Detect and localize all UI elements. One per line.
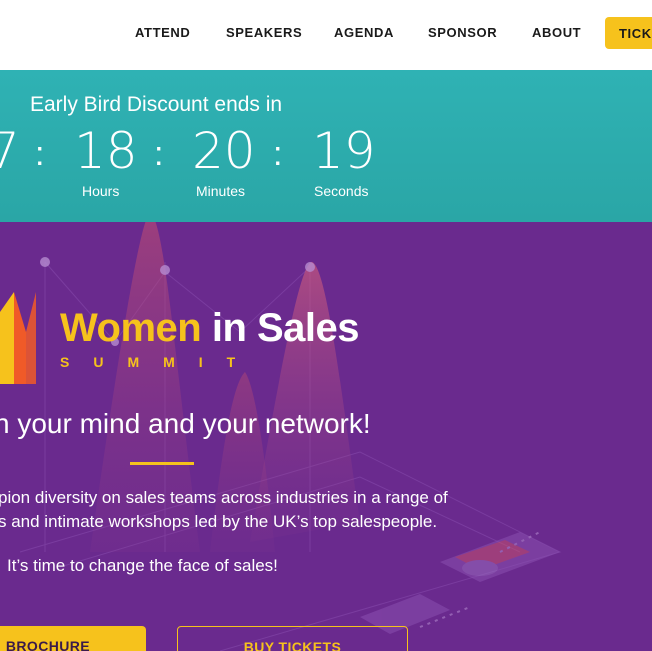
countdown-title: Early Bird Discount ends in — [30, 93, 283, 116]
buy-tickets-button[interactable]: BUY TICKETS — [177, 626, 408, 651]
hero-description-line: s and intimate workshops led by the UK’s… — [0, 512, 438, 531]
hero-call-to-action-text: It’s time to change the face of sales! — [7, 556, 278, 575]
hero-section: Women in Sales SUMMIT n your mind and yo… — [0, 222, 652, 651]
countdown-minutes-label: Minutes — [196, 183, 246, 199]
hero-divider — [130, 462, 194, 465]
countdown-minutes-value: 20 — [192, 122, 256, 180]
countdown-separator: : — [35, 135, 45, 173]
countdown-seconds-label: Seconds — [314, 183, 369, 199]
hero-description-line: pion diversity on sales teams across ind… — [0, 488, 448, 507]
countdown-seconds-value: 19 — [312, 122, 376, 180]
countdown-separator: : — [154, 135, 164, 173]
nav-item-agenda[interactable]: AGENDA — [334, 25, 394, 40]
logo-word-summit: SUMMIT — [60, 354, 260, 370]
countdown-days-value: 7 — [0, 122, 20, 180]
nav-item-speakers[interactable]: SPEAKERS — [226, 25, 302, 40]
nav-item-sponsor[interactable]: SPONSOR — [428, 25, 497, 40]
top-navigation: ATTEND SPEAKERS AGENDA SPONSOR ABOUT TIC… — [0, 0, 652, 70]
hero-tagline: n your mind and your network! — [0, 408, 371, 439]
summit-logo-title: Women in Sales — [60, 306, 360, 350]
women-in-sales-logo-mark-icon — [0, 292, 36, 384]
nav-item-attend[interactable]: ATTEND — [135, 25, 190, 40]
countdown-hours-value: 18 — [74, 122, 138, 180]
nav-tickets-button[interactable]: TICK — [605, 17, 652, 49]
countdown-separator: : — [273, 135, 283, 173]
logo-word-women: Women — [60, 306, 202, 350]
download-brochure-button[interactable]: BROCHURE — [0, 626, 146, 651]
countdown-hours-label: Hours — [82, 183, 120, 199]
nav-item-about[interactable]: ABOUT — [532, 25, 581, 40]
logo-word-in-sales: in Sales — [201, 306, 360, 350]
countdown-banner: Early Bird Discount ends in 7 : 18 : 20 … — [0, 70, 652, 222]
